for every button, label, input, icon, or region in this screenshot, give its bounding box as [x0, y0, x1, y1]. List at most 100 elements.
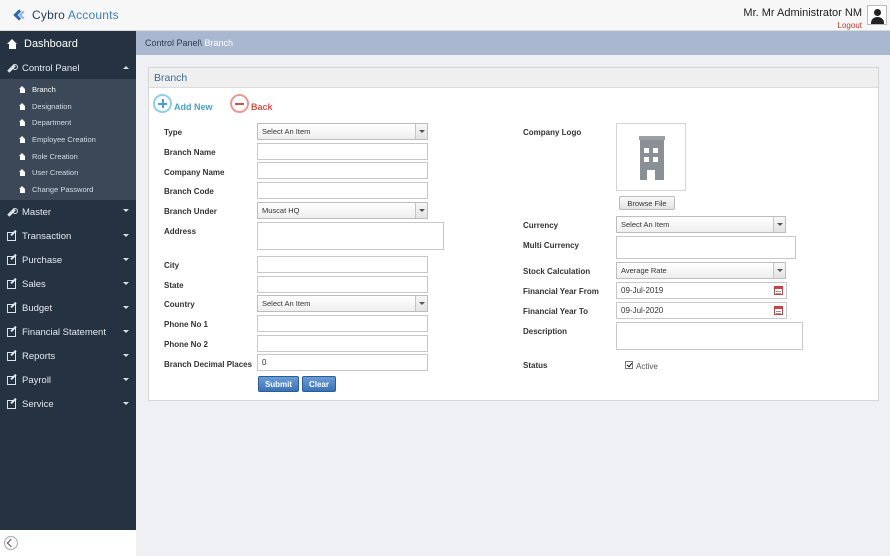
chevron-down-icon: [415, 203, 427, 218]
active-checkbox[interactable]: [625, 361, 633, 369]
financial-year-to-input[interactable]: 09-Jul-2020: [616, 302, 787, 319]
chevron-down-icon: [123, 329, 129, 333]
sidebar-item-sales[interactable]: Sales: [0, 272, 136, 297]
wrench-icon: [7, 207, 18, 217]
calendar-icon[interactable]: [774, 286, 783, 295]
financial-year-to-label: Financial Year To: [523, 307, 589, 316]
branch-name-input[interactable]: [257, 143, 428, 160]
edit-icon: [7, 304, 16, 314]
edit-icon: [7, 328, 16, 338]
building-icon: [639, 136, 665, 180]
sidebar-item-reports[interactable]: Reports: [0, 344, 136, 369]
branch-panel: Branch Add New Back Type Select An Item …: [148, 67, 879, 401]
financial-year-from-label: Financial Year From: [523, 287, 599, 296]
branch-code-input[interactable]: [257, 182, 428, 199]
chevron-up-icon: [123, 66, 129, 69]
phone2-input[interactable]: [257, 335, 428, 352]
calendar-icon[interactable]: [774, 306, 783, 315]
active-label: Active: [636, 362, 658, 371]
chevron-down-icon: [415, 124, 427, 139]
panel-title: Branch: [149, 68, 878, 88]
sidebar-subitem-role-creation[interactable]: Role Creation: [0, 148, 136, 165]
chevron-down-icon: [123, 377, 129, 381]
description-textarea[interactable]: [616, 322, 803, 350]
cybro-logo-icon: [13, 8, 28, 22]
country-select[interactable]: Select An Item: [257, 295, 428, 312]
sidebar-item-label: Control Panel: [22, 62, 80, 74]
city-label: City: [164, 261, 180, 270]
currency-select[interactable]: Select An Item: [616, 216, 786, 233]
branch-under-select[interactable]: Muscat HQ: [257, 202, 428, 219]
city-input[interactable]: [257, 256, 428, 273]
sidebar: Dashboard Control Panel Branch Designati…: [0, 31, 136, 556]
edit-icon: [7, 280, 16, 290]
collapse-sidebar-icon[interactable]: [4, 536, 18, 550]
control-panel-submenu: Branch Designation Department Employee C…: [0, 79, 136, 200]
sidebar-item-dashboard[interactable]: Dashboard: [0, 31, 136, 57]
home-icon: [19, 169, 26, 177]
sidebar-item-label: Dashboard: [24, 38, 78, 50]
add-new-button[interactable]: Add New: [153, 94, 213, 113]
edit-icon: [7, 376, 16, 386]
type-label: Type: [164, 128, 183, 137]
stock-calculation-select[interactable]: Average Rate: [616, 262, 786, 279]
user-avatar-icon[interactable]: [867, 5, 887, 25]
stock-calculation-label: Stock Calculation: [523, 267, 591, 276]
breadcrumb-parent[interactable]: Control Panel\: [145, 38, 202, 48]
decimal-places-input[interactable]: 0: [257, 354, 428, 371]
state-label: State: [164, 281, 184, 290]
status-label: Status: [523, 361, 548, 370]
sidebar-subitem-branch[interactable]: Branch: [0, 81, 136, 98]
home-icon: [19, 85, 26, 93]
chevron-down-icon: [123, 208, 129, 212]
sidebar-subitem-user-creation[interactable]: User Creation: [0, 164, 136, 181]
sidebar-item-budget[interactable]: Budget: [0, 296, 136, 321]
back-icon: [230, 94, 249, 113]
sidebar-subitem-designation[interactable]: Designation: [0, 98, 136, 115]
chevron-down-icon: [123, 305, 129, 309]
chevron-down-icon: [123, 281, 129, 285]
brand-logo[interactable]: Cybro Accounts: [13, 8, 119, 22]
branch-name-label: Branch Name: [164, 148, 216, 157]
sidebar-item-transaction[interactable]: Transaction: [0, 224, 136, 249]
type-select[interactable]: Select An Item: [257, 123, 428, 140]
clear-button[interactable]: Clear: [302, 376, 336, 392]
sidebar-subitem-change-password[interactable]: Change Password: [0, 181, 136, 198]
chevron-down-icon: [773, 263, 785, 278]
address-textarea[interactable]: [257, 222, 444, 250]
sidebar-item-service[interactable]: Service: [0, 392, 136, 417]
back-button[interactable]: Back: [230, 94, 273, 113]
sidebar-item-control-panel[interactable]: Control Panel: [0, 57, 136, 79]
financial-year-from-input[interactable]: 09-Jul-2019: [616, 282, 787, 299]
chevron-down-icon: [123, 353, 129, 357]
home-icon: [19, 152, 26, 160]
currency-label: Currency: [523, 221, 559, 230]
sidebar-footer: [0, 530, 136, 556]
home-icon: [19, 135, 26, 143]
sidebar-item-master[interactable]: Master: [0, 199, 136, 225]
address-label: Address: [164, 227, 197, 236]
sidebar-subitem-department[interactable]: Department: [0, 114, 136, 131]
user-name: Mr. Mr Administrator NM: [743, 7, 862, 19]
edit-icon: [7, 400, 16, 410]
decimal-places-label: Branch Decimal Places: [164, 360, 253, 369]
country-label: Country: [164, 300, 195, 309]
top-bar: Cybro Accounts Mr. Mr Administrator NM L…: [0, 0, 890, 31]
home-icon: [7, 39, 18, 49]
sidebar-item-financial-statement[interactable]: Financial Statement: [0, 320, 136, 345]
sidebar-subitem-employee-creation[interactable]: Employee Creation: [0, 131, 136, 148]
state-input[interactable]: [257, 276, 428, 293]
browse-file-button[interactable]: Browse File: [619, 196, 675, 210]
sidebar-item-purchase[interactable]: Purchase: [0, 248, 136, 273]
company-name-input[interactable]: [257, 162, 428, 179]
submit-button[interactable]: Submit: [258, 376, 299, 392]
logout-link[interactable]: Logout: [838, 21, 862, 30]
chevron-down-icon: [123, 257, 129, 261]
phone1-input[interactable]: [257, 315, 428, 332]
multi-currency-input[interactable]: [616, 236, 796, 259]
edit-icon: [7, 256, 16, 266]
description-label: Description: [523, 327, 568, 336]
company-logo-preview: [616, 123, 686, 191]
branch-code-label: Branch Code: [164, 187, 214, 196]
sidebar-item-payroll[interactable]: Payroll: [0, 368, 136, 393]
